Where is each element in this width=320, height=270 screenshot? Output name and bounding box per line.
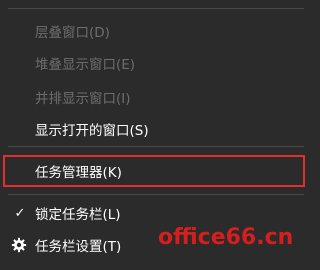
menu-item-lock-taskbar[interactable]: ✓ 锁定任务栏(L) bbox=[0, 198, 312, 228]
taskbar-context-menu: 层叠窗口(D) 堆叠显示窗口(E) 并排显示窗口(I) 显示打开的窗口(S) 任… bbox=[0, 0, 312, 270]
menu-separator bbox=[8, 146, 304, 147]
menu-separator bbox=[8, 8, 304, 9]
menu-item-task-manager[interactable]: 任务管理器(K) bbox=[3, 155, 305, 187]
watermark: office66.cn bbox=[158, 225, 294, 250]
gear-icon bbox=[11, 237, 27, 253]
menu-item-label: 任务管理器(K) bbox=[35, 165, 122, 181]
menu-item-label: 层叠窗口(D) bbox=[35, 25, 110, 41]
menu-item-label: 堆叠显示窗口(E) bbox=[35, 57, 136, 73]
menu-item-label: 显示打开的窗口(S) bbox=[35, 123, 149, 139]
menu-item-stack-windows[interactable]: 堆叠显示窗口(E) bbox=[0, 48, 312, 78]
check-icon: ✓ bbox=[14, 205, 26, 221]
menu-item-label: 并排显示窗口(I) bbox=[35, 91, 131, 107]
menu-separator bbox=[8, 194, 304, 195]
menu-item-show-open-windows[interactable]: 显示打开的窗口(S) bbox=[0, 114, 312, 144]
menu-item-cascade-windows[interactable]: 层叠窗口(D) bbox=[0, 16, 312, 46]
menu-item-side-by-side-windows[interactable]: 并排显示窗口(I) bbox=[0, 82, 312, 112]
menu-item-label: 锁定任务栏(L) bbox=[35, 207, 121, 223]
menu-item-label: 任务栏设置(T) bbox=[35, 239, 122, 255]
